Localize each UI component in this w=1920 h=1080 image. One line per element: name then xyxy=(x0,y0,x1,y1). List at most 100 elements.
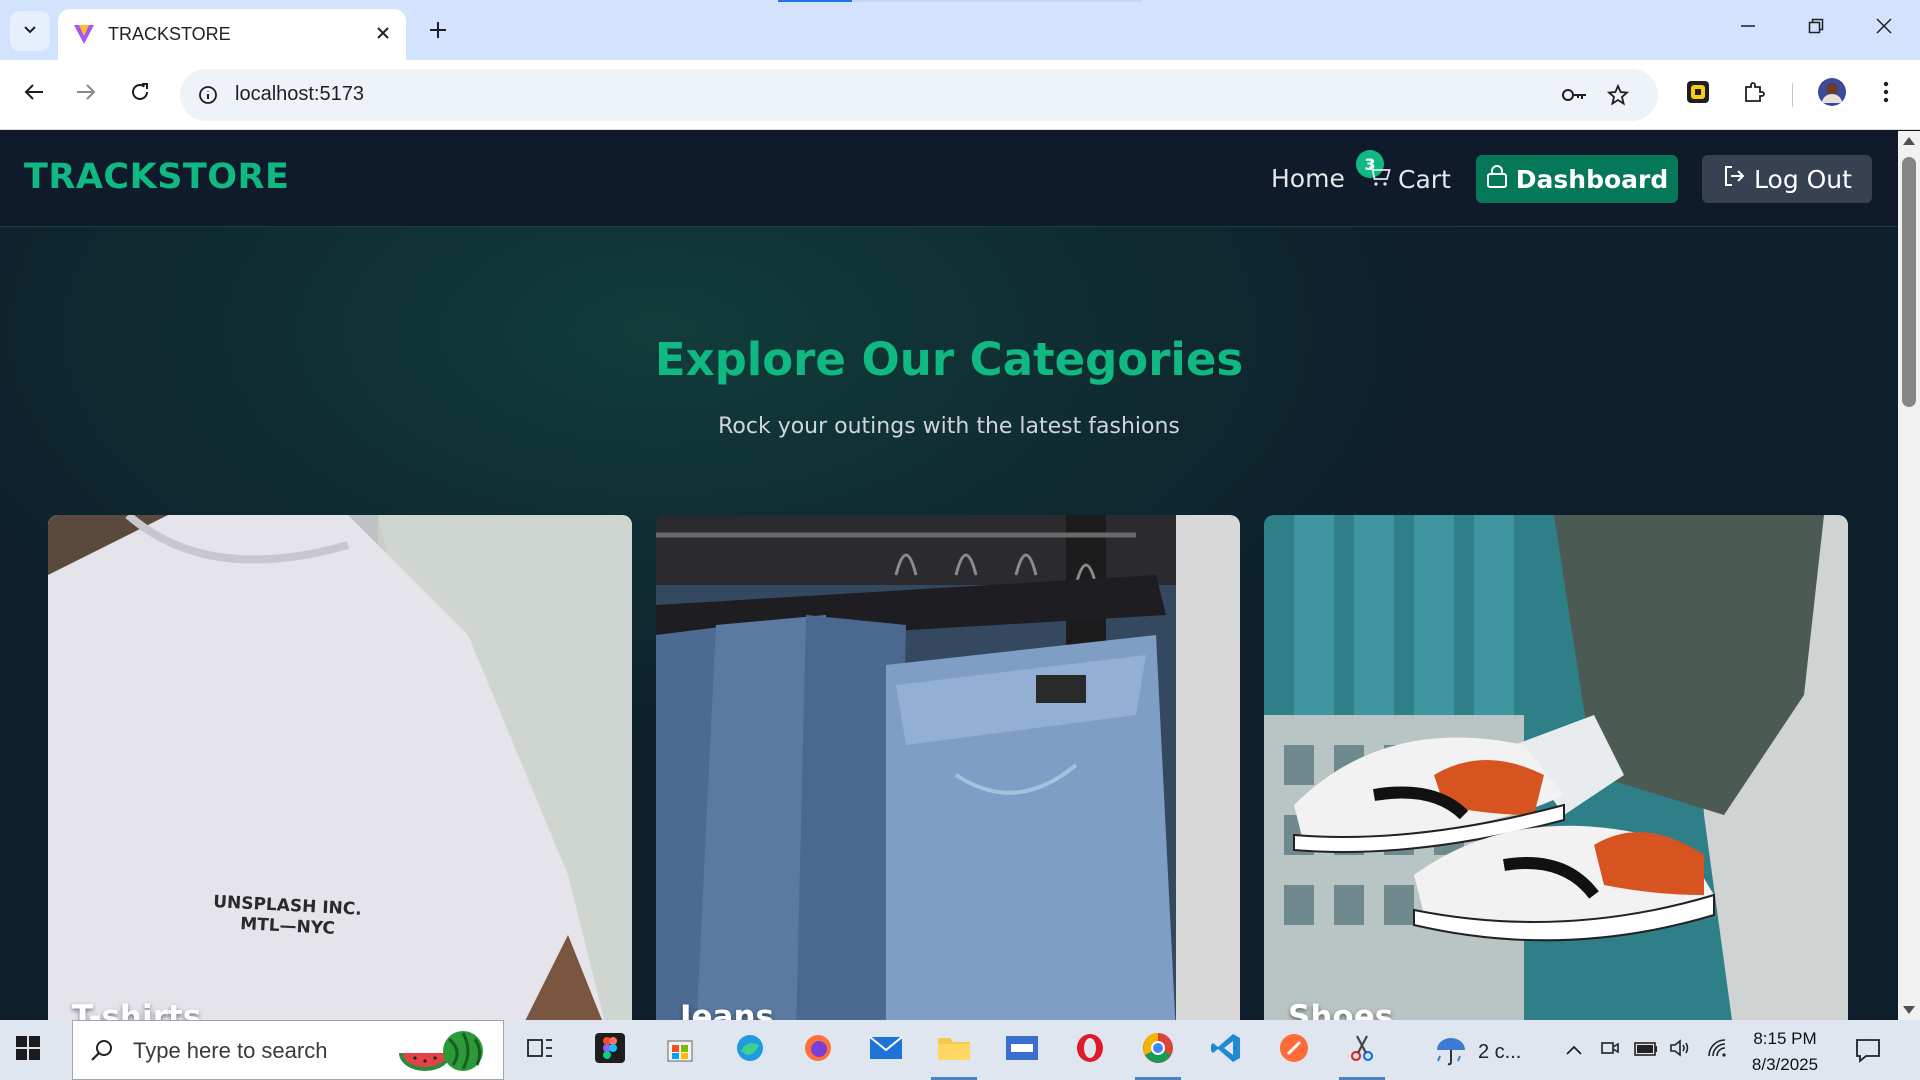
category-label-tshirts: T-shirts xyxy=(72,999,202,1020)
taskbar-task-view[interactable] xyxy=(520,1030,560,1070)
taskbar-microsoft-store[interactable] xyxy=(660,1030,700,1070)
logout-button[interactable]: Log Out xyxy=(1702,155,1872,203)
taskbar-file-explorer[interactable] xyxy=(934,1030,974,1070)
windows-logo-icon xyxy=(14,1036,42,1066)
site-info-icon[interactable] xyxy=(192,79,224,111)
profile-button[interactable] xyxy=(1812,74,1852,114)
taskbar-snipping-tool[interactable] xyxy=(1342,1030,1382,1070)
browser-tab-active[interactable]: TRACKSTORE xyxy=(58,9,406,60)
lock-icon xyxy=(1486,164,1516,194)
more-vertical-icon xyxy=(1883,81,1889,107)
watermelon-search-highlight-icon xyxy=(393,1027,489,1079)
extensions-button[interactable] xyxy=(1734,74,1774,114)
browser-menu-button[interactable] xyxy=(1866,74,1906,114)
volume-icon xyxy=(1669,1038,1691,1062)
search-icon xyxy=(89,1038,115,1068)
category-label-jeans: Jeans xyxy=(680,999,774,1020)
minimize-icon xyxy=(1740,18,1756,38)
tray-meet-now[interactable] xyxy=(1598,1038,1622,1062)
toolbar-separator xyxy=(1792,83,1793,107)
bookmark-star-icon[interactable] xyxy=(1602,79,1634,111)
taskbar-weather[interactable]: 2 c... xyxy=(1434,1034,1521,1070)
tab-close-icon[interactable] xyxy=(370,20,396,46)
scroll-up-arrow-icon[interactable] xyxy=(1903,137,1915,145)
reload-button[interactable] xyxy=(120,74,160,114)
arrow-left-icon xyxy=(23,81,45,107)
edge-icon xyxy=(735,1033,765,1067)
taskbar-vscode[interactable] xyxy=(1206,1030,1246,1070)
avatar xyxy=(1817,77,1847,111)
camera-icon xyxy=(1600,1038,1620,1062)
taskbar-firefox[interactable] xyxy=(798,1030,838,1070)
weather-text: 2 c... xyxy=(1478,1040,1522,1063)
tray-volume[interactable] xyxy=(1668,1038,1692,1062)
category-card-jeans[interactable]: Jeans xyxy=(656,515,1240,1020)
firefox-icon xyxy=(803,1033,833,1067)
plus-icon xyxy=(428,20,448,44)
folder-icon xyxy=(937,1034,971,1066)
taskbar-figma[interactable] xyxy=(590,1030,630,1070)
taskbar-chrome[interactable] xyxy=(1138,1030,1178,1070)
scroll-down-arrow-icon[interactable] xyxy=(1903,1006,1915,1014)
dashboard-button[interactable]: Dashboard xyxy=(1476,155,1678,203)
show-hidden-icons-button[interactable] xyxy=(1562,1038,1586,1062)
start-button[interactable] xyxy=(14,1034,42,1066)
new-tab-button[interactable] xyxy=(420,14,456,50)
category-card-shoes[interactable]: Shoes xyxy=(1264,515,1848,1020)
taskbar-recorder[interactable] xyxy=(1002,1030,1042,1070)
category-label-shoes: Shoes xyxy=(1288,999,1394,1020)
puzzle-icon xyxy=(1742,80,1766,108)
browser-toolbar: localhost:5173 xyxy=(0,60,1920,130)
scrollbar-thumb[interactable] xyxy=(1902,157,1916,407)
tray-battery[interactable] xyxy=(1634,1038,1658,1062)
notification-center-button[interactable] xyxy=(1854,1036,1882,1068)
taskbar-postman[interactable] xyxy=(1274,1030,1314,1070)
taskbar-mail[interactable] xyxy=(866,1030,906,1070)
opera-icon xyxy=(1075,1033,1105,1067)
taskbar-edge[interactable] xyxy=(730,1030,770,1070)
tray-network[interactable] xyxy=(1706,1038,1730,1062)
tab-strip-track xyxy=(852,0,1142,2)
vscode-icon xyxy=(1210,1032,1242,1068)
forward-button[interactable] xyxy=(66,74,106,114)
page-scrollbar[interactable] xyxy=(1898,131,1920,1020)
jeans-photo xyxy=(656,515,1240,1020)
mail-icon xyxy=(869,1035,903,1065)
task-view-icon xyxy=(526,1036,554,1064)
taskbar-search-placeholder: Type here to search xyxy=(133,1038,328,1063)
minimize-button[interactable] xyxy=(1720,8,1776,48)
close-window-button[interactable] xyxy=(1856,8,1912,48)
address-bar[interactable]: localhost:5173 xyxy=(180,69,1658,121)
arrow-right-icon xyxy=(75,81,97,107)
taskbar-clock[interactable]: 8:15 PM 8/3/2025 xyxy=(1740,1026,1830,1078)
wifi-icon xyxy=(1707,1038,1729,1062)
restore-button[interactable] xyxy=(1788,8,1844,48)
chevron-down-icon xyxy=(22,21,38,41)
nav-home-link[interactable]: Home xyxy=(1271,164,1345,193)
battery-icon xyxy=(1634,1041,1658,1060)
tab-search-button[interactable] xyxy=(10,11,50,51)
back-button[interactable] xyxy=(14,74,54,114)
browser-tab-bar: TRACKSTORE xyxy=(0,0,1920,60)
nav-cart-link[interactable]: Cart xyxy=(1368,164,1451,194)
dashboard-label: Dashboard xyxy=(1515,164,1669,194)
restore-icon xyxy=(1808,18,1824,38)
scissors-icon xyxy=(1347,1033,1377,1067)
notification-icon xyxy=(1854,1039,1882,1068)
nav-cart-label: Cart xyxy=(1398,164,1451,194)
screen-recorder-icon xyxy=(1005,1034,1039,1066)
umbrella-rain-icon xyxy=(1434,1034,1468,1070)
password-key-icon[interactable] xyxy=(1558,79,1590,111)
url-text[interactable]: localhost:5173 xyxy=(235,83,364,106)
app-header: TRACKSTORE Home 3 Cart Dashboard Log Out xyxy=(0,131,1898,227)
category-card-tshirts[interactable]: UNSPLASH INC. MTL—NYC T-shirts xyxy=(48,515,632,1020)
clock-time: 8:15 PM xyxy=(1753,1029,1817,1048)
taskbar-opera[interactable] xyxy=(1070,1030,1110,1070)
brand-logo[interactable]: TRACKSTORE xyxy=(24,157,289,197)
shopping-cart-icon xyxy=(1368,164,1398,194)
chrome-icon xyxy=(1142,1032,1174,1068)
shoes-photo xyxy=(1264,515,1848,1020)
store-icon xyxy=(665,1033,695,1067)
extension-button[interactable] xyxy=(1678,74,1718,114)
taskbar-search-box[interactable]: Type here to search xyxy=(72,1020,504,1080)
